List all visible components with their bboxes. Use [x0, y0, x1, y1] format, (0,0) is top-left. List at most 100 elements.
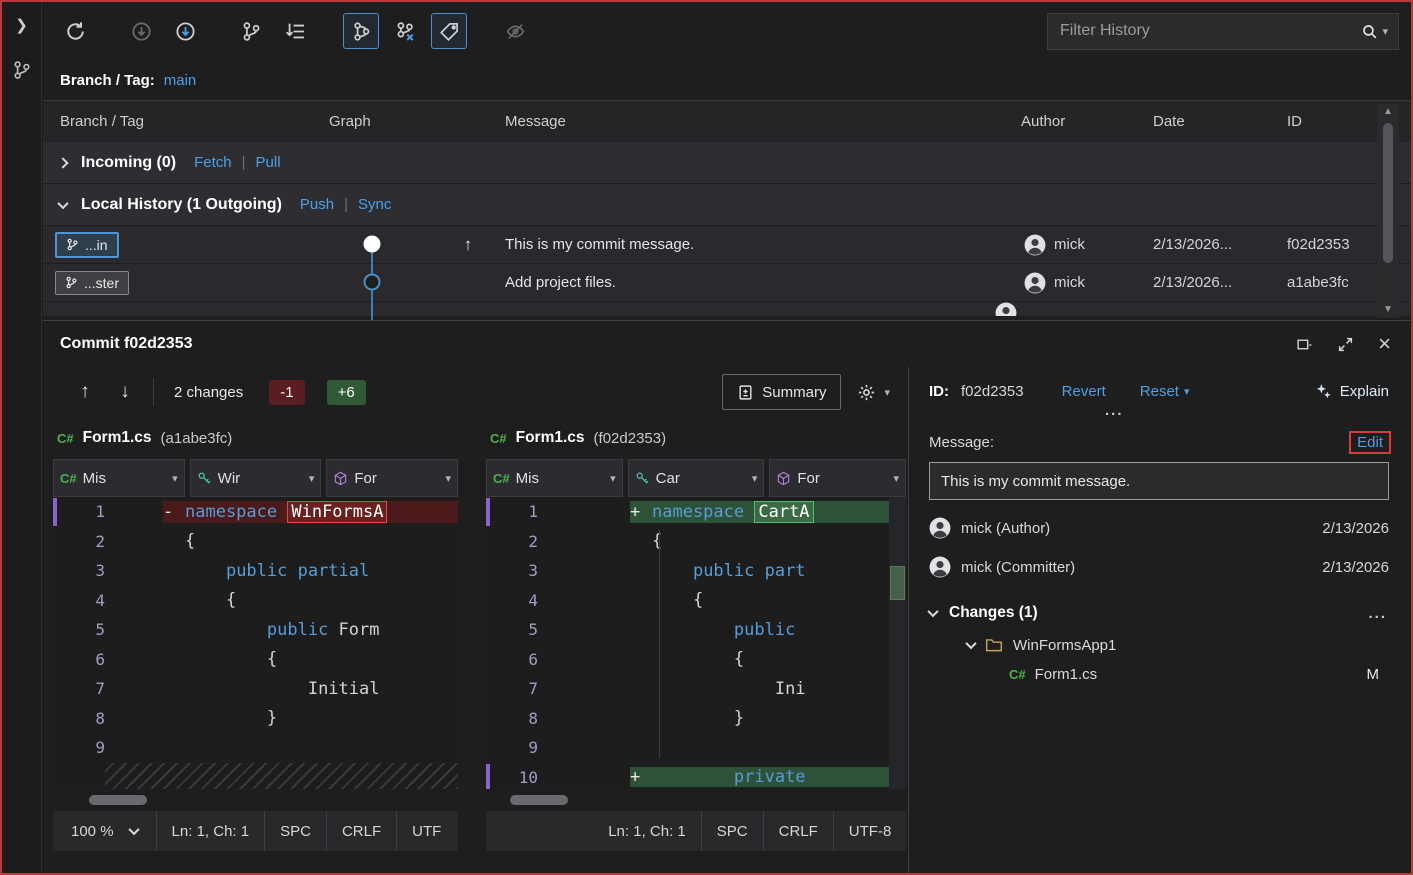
file-commit-hash: (a1abe3fc)	[161, 430, 233, 447]
branch-icon	[66, 238, 79, 251]
explain-button[interactable]: Explain	[1315, 383, 1389, 400]
summary-button[interactable]: Summary	[722, 374, 841, 410]
member-dropdown[interactable]: For▾	[769, 459, 906, 497]
column-date[interactable]: Date	[1136, 113, 1271, 130]
indentation-indicator[interactable]: SPC	[265, 811, 327, 851]
edit-link[interactable]: Edit	[1351, 433, 1389, 452]
toggle-graph-icon[interactable]	[343, 13, 379, 49]
filter-history-box: ▾	[1047, 13, 1399, 50]
scroll-down-arrow[interactable]: ▼	[1383, 305, 1393, 315]
horizontal-scrollbar[interactable]	[53, 791, 458, 809]
column-author[interactable]: Author	[1006, 113, 1136, 130]
scrollbar-thumb[interactable]	[510, 795, 568, 805]
float-window-icon[interactable]	[1296, 336, 1313, 353]
scroll-up-arrow[interactable]: ▲	[1383, 107, 1393, 117]
hide-merge-commits-icon[interactable]	[497, 13, 533, 49]
search-options-caret[interactable]: ▾	[1382, 25, 1388, 38]
commit-row[interactable]: ...ster Add project files. mick 2/13/202…	[43, 264, 1411, 301]
id-value: f02d2353	[961, 383, 1024, 400]
partial-commit-row[interactable]	[43, 302, 1411, 316]
revert-link[interactable]: Revert	[1062, 383, 1106, 400]
history-scrollbar[interactable]: ▲ ▼	[1377, 104, 1399, 318]
additions-badge: +6	[327, 380, 366, 405]
encoding-indicator[interactable]: UTF	[397, 811, 456, 851]
new-branch-icon[interactable]	[233, 13, 269, 49]
encoding-indicator[interactable]: UTF-8	[834, 811, 906, 851]
current-branch-link[interactable]: main	[164, 72, 197, 89]
code-editor-new[interactable]: 1+namespace CartA 2{ 3 public part 4 { 5…	[486, 497, 906, 789]
chevron-down-icon[interactable]	[927, 606, 938, 617]
branch-tag-label: Branch / Tag:	[60, 72, 155, 89]
left-rail: ❯	[2, 2, 42, 873]
id-label: ID:	[929, 383, 949, 400]
filter-history-input[interactable]	[1048, 22, 1355, 40]
diff-toolbar: ↑ ↓ 2 changes -1 +6 Summary ▾	[43, 367, 908, 417]
pull-link[interactable]: Pull	[256, 154, 281, 171]
commit-row[interactable]: ...in ↑ This is my commit message. mick …	[43, 226, 1411, 263]
code-editor-old[interactable]: 1-namespace WinFormsA 2{ 3 public partia…	[53, 497, 458, 789]
refresh-icon[interactable]	[57, 13, 93, 49]
project-dropdown[interactable]: C# Mis▾	[53, 459, 185, 497]
line-ending-indicator[interactable]: CRLF	[764, 811, 834, 851]
editor-statusbar-old: 100 % Ln: 1, Ch: 1 SPC CRLF UTF	[53, 811, 458, 851]
more-actions-button[interactable]: ...	[1105, 402, 1389, 419]
indentation-indicator[interactable]: SPC	[702, 811, 764, 851]
toggle-remote-branches-icon[interactable]	[387, 13, 423, 49]
local-history-section-row[interactable]: Local History (1 Outgoing) Push | Sync	[43, 184, 1411, 225]
project-dropdown[interactable]: C# Mis▾	[486, 459, 623, 497]
changed-file-row[interactable]: C# Form1.cs M	[929, 666, 1389, 683]
gear-icon[interactable]	[857, 383, 876, 402]
member-dropdown[interactable]: For▾	[326, 459, 458, 497]
previous-change-icon[interactable]: ↑	[65, 381, 105, 403]
incoming-title: Incoming (0)	[81, 154, 176, 172]
expand-panel-icon[interactable]: ❯	[15, 16, 28, 34]
folder-icon	[985, 636, 1003, 654]
history-toolbar: ▾	[43, 2, 1411, 60]
incoming-section-row[interactable]: Incoming (0) Fetch | Pull	[43, 142, 1411, 183]
line-ending-indicator[interactable]: CRLF	[327, 811, 397, 851]
code-line: 7 Initial	[53, 674, 458, 704]
commit-message-input[interactable]	[929, 462, 1389, 500]
column-message[interactable]: Message	[448, 113, 1006, 130]
local-history-title: Local History (1 Outgoing)	[81, 196, 282, 214]
author-row: mick (Author) 2/13/2026	[929, 517, 1389, 539]
pull-icon[interactable]	[167, 13, 203, 49]
push-link[interactable]: Push	[300, 196, 334, 213]
zoom-selector[interactable]: 100 %	[53, 811, 157, 851]
chevron-down-icon[interactable]	[965, 638, 976, 649]
search-icon[interactable]: ▾	[1355, 23, 1398, 40]
horizontal-scrollbar[interactable]	[486, 791, 906, 809]
compare-commits-icon[interactable]	[277, 13, 313, 49]
avatar	[1024, 234, 1046, 256]
type-dropdown[interactable]: Wir▾	[190, 459, 322, 497]
reset-caret[interactable]: ▾	[1184, 385, 1190, 398]
cursor-position: Ln: 1, Ch: 1	[593, 811, 702, 851]
committer-date: 2/13/2026	[1322, 559, 1389, 576]
type-dropdown[interactable]: Car▾	[628, 459, 765, 497]
column-graph[interactable]: Graph	[323, 113, 448, 130]
close-icon[interactable]: ×	[1378, 335, 1391, 353]
column-branch-tag[interactable]: Branch / Tag	[43, 113, 323, 130]
next-change-icon[interactable]: ↓	[105, 381, 145, 403]
reset-link[interactable]: Reset	[1140, 383, 1179, 400]
fetch-link[interactable]: Fetch	[194, 154, 232, 171]
branch-badge-main[interactable]: ...in	[55, 232, 119, 258]
indent-guide	[659, 530, 660, 758]
chevron-right-icon[interactable]	[57, 157, 68, 168]
toggle-tags-icon[interactable]	[431, 13, 467, 49]
diff-options-caret[interactable]: ▾	[884, 386, 890, 399]
fetch-icon[interactable]	[123, 13, 159, 49]
scrollbar-thumb[interactable]	[1383, 123, 1393, 263]
git-branch-icon[interactable]	[12, 60, 32, 80]
branch-badge-master[interactable]: ...ster	[55, 271, 129, 295]
maximize-icon[interactable]	[1337, 336, 1354, 353]
diff-pane-old: C# Form1.cs (a1abe3fc) C# Mis▾	[53, 417, 458, 873]
changes-header[interactable]: Changes (1) ...	[929, 604, 1389, 622]
overview-margin[interactable]	[889, 497, 906, 789]
avatar	[929, 517, 951, 539]
scrollbar-thumb[interactable]	[89, 795, 147, 805]
sync-link[interactable]: Sync	[358, 196, 391, 213]
changes-more-button[interactable]: ...	[1368, 605, 1387, 622]
chevron-down-icon[interactable]	[57, 197, 68, 208]
changed-folder-row[interactable]: WinFormsApp1	[929, 636, 1389, 654]
